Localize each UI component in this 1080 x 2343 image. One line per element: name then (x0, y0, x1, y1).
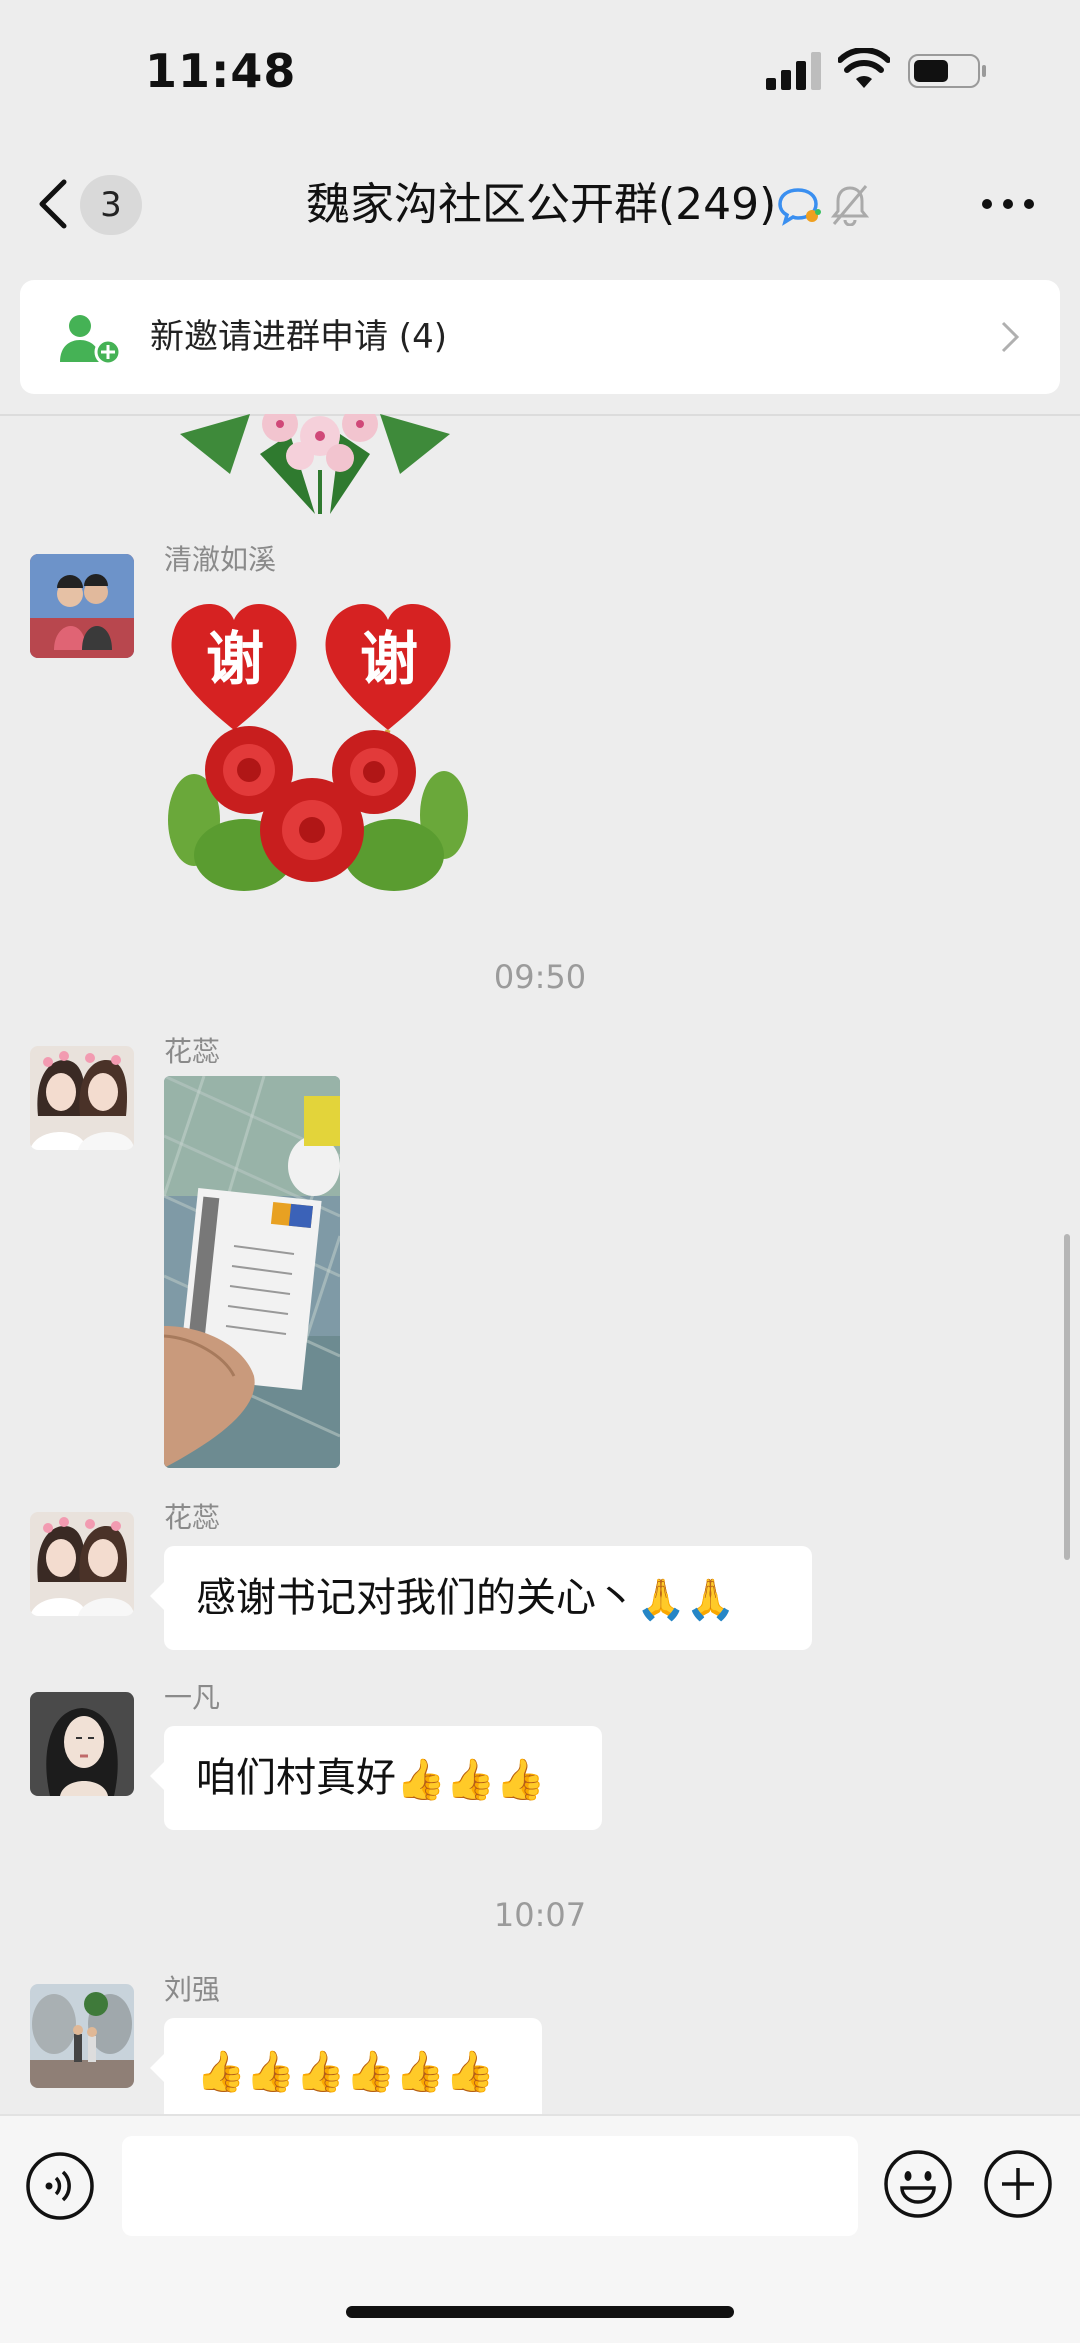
group-invite-request-banner[interactable]: 新邀请进群申请 (4) (20, 280, 1060, 394)
chat-title[interactable]: 魏家沟社区公开群(249) (306, 175, 776, 235)
status-time: 11:48 (145, 44, 297, 98)
thumbs-up-emoji: 👍 (396, 1757, 446, 1803)
thumbs-up-emoji: 👍 (495, 1757, 546, 1803)
chat-bubble-icon (778, 188, 821, 226)
text-message-bubble[interactable]: 👍👍👍👍👍👍 (150, 2018, 542, 2114)
avatar[interactable] (30, 1046, 134, 1150)
sender-name: 清澈如溪 (164, 543, 277, 576)
text-message-bubble[interactable]: 咱们村真好👍👍👍 (150, 1726, 602, 1830)
time-separator: 09:50 (493, 958, 587, 996)
avatar[interactable] (30, 554, 134, 658)
message-text: 感谢书记对我们的关心丶 (196, 1575, 636, 1621)
more-functions-plus-icon[interactable] (982, 2148, 1054, 2220)
pray-emoji: 🙏 (636, 1577, 686, 1623)
thumbs-up-emoji: 👍 (395, 2049, 446, 2095)
unread-count-badge[interactable]: 3 (80, 175, 142, 235)
thumbs-up-emoji: 👍 (345, 2049, 396, 2095)
chevron-right-icon (1001, 321, 1020, 353)
sticker-char-2: 谢 (359, 625, 418, 693)
avatar-photo-icon (30, 1512, 134, 1616)
more-options-icon[interactable] (980, 196, 1036, 212)
back-icon[interactable] (34, 176, 74, 232)
pray-emoji: 🙏 (685, 1577, 736, 1623)
thumbs-up-emoji: 👍 (245, 2049, 296, 2095)
thumbs-up-emoji: 👍 (445, 1757, 496, 1803)
sender-name: 花蕊 (164, 1501, 221, 1534)
image-message[interactable] (164, 1076, 340, 1468)
sticker-char-1: 谢 (205, 625, 264, 693)
photo-thumbnail (164, 1076, 340, 1468)
scrollbar[interactable] (1064, 1234, 1070, 1560)
thank-you-sticker[interactable]: 谢 谢 (164, 590, 468, 892)
cellular-signal-icon (766, 52, 821, 90)
sender-name: 一凡 (164, 1681, 221, 1714)
home-indicator[interactable] (346, 2306, 734, 2318)
time-separator: 10:07 (493, 1896, 587, 1934)
sender-name: 花蕊 (164, 1035, 221, 1068)
avatar[interactable] (30, 1692, 134, 1796)
avatar-photo-icon (30, 1046, 134, 1150)
sender-name: 刘强 (164, 1973, 221, 2006)
thumbs-up-emoji: 👍 (196, 2049, 246, 2095)
message-text: 咱们村真好 (196, 1755, 396, 1801)
avatar-photo-icon (30, 1984, 134, 2088)
avatar-photo-icon (30, 554, 134, 658)
invite-request-label: 新邀请进群申请 (4) (150, 317, 447, 357)
emoji-button-icon[interactable] (882, 2148, 954, 2220)
flower-sticker[interactable] (170, 414, 460, 514)
thumbs-up-emoji: 👍 (295, 2049, 346, 2095)
avatar[interactable] (30, 1984, 134, 2088)
divider (0, 414, 1080, 416)
add-member-icon (60, 315, 122, 366)
avatar[interactable] (30, 1512, 134, 1616)
mute-bell-icon (830, 185, 870, 226)
avatar-photo-icon (30, 1692, 134, 1796)
thumbs-up-emoji: 👍 (445, 2049, 495, 2095)
message-input[interactable] (122, 2136, 858, 2236)
battery-icon (908, 54, 986, 88)
voice-input-icon[interactable] (24, 2150, 96, 2222)
text-message-bubble[interactable]: 感谢书记对我们的关心丶🙏🙏 (150, 1546, 812, 1650)
wifi-icon (838, 48, 890, 88)
